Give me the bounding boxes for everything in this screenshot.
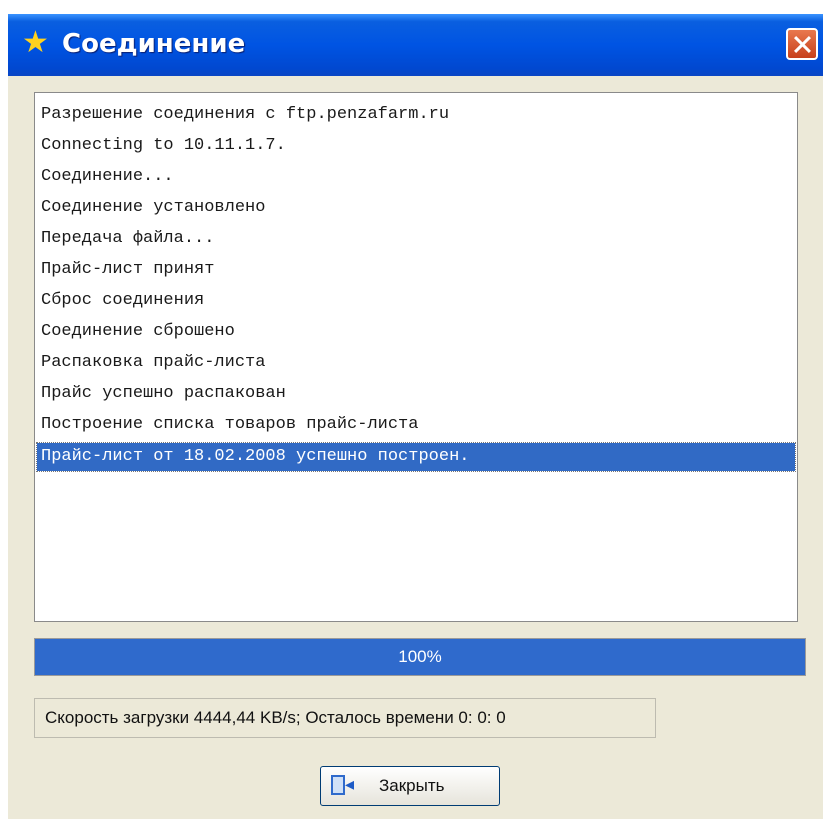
log-line[interactable]: Соединение установлено <box>41 194 265 222</box>
close-button[interactable]: ◂ Закрыть <box>320 766 500 806</box>
log-line[interactable]: Прайс успешно распакован <box>41 380 286 408</box>
log-line[interactable]: Разрешение соединения с ftp.penzafarm.ru <box>41 101 449 129</box>
arrow-left-icon: ◂ <box>345 774 355 794</box>
close-button-label: Закрыть <box>379 776 445 795</box>
log-line[interactable]: Сброс соединения <box>41 287 204 315</box>
connection-dialog: ★ Соединение Разрешение соединения с ftp… <box>8 14 823 819</box>
window-title: Соединение <box>62 29 246 59</box>
log-line-selected[interactable]: Прайс-лист от 18.02.2008 успешно построе… <box>36 442 796 472</box>
log-line[interactable]: Соединение... <box>41 163 174 191</box>
log-line[interactable]: Распаковка прайс-листа <box>41 349 265 377</box>
status-text: Скорость загрузки 4444,44 KB/s; Осталось… <box>45 708 506 727</box>
progress-bar: 100% <box>34 638 806 676</box>
exit-door-icon <box>331 775 345 795</box>
log-list[interactable]: Разрешение соединения с ftp.penzafarm.ru… <box>34 92 798 622</box>
status-panel: Скорость загрузки 4444,44 KB/s; Осталось… <box>34 698 656 738</box>
log-line[interactable]: Connecting to 10.11.1.7. <box>41 132 286 160</box>
log-line[interactable]: Прайс-лист принят <box>41 256 214 284</box>
star-icon: ★ <box>22 25 49 60</box>
log-line[interactable]: Соединение сброшено <box>41 318 235 346</box>
progress-label: 100% <box>398 647 442 666</box>
title-bar[interactable]: ★ Соединение <box>8 14 823 76</box>
log-line[interactable]: Построение списка товаров прайс-листа <box>41 411 418 439</box>
log-line[interactable]: Передача файла... <box>41 225 214 253</box>
close-window-button[interactable] <box>786 28 818 60</box>
